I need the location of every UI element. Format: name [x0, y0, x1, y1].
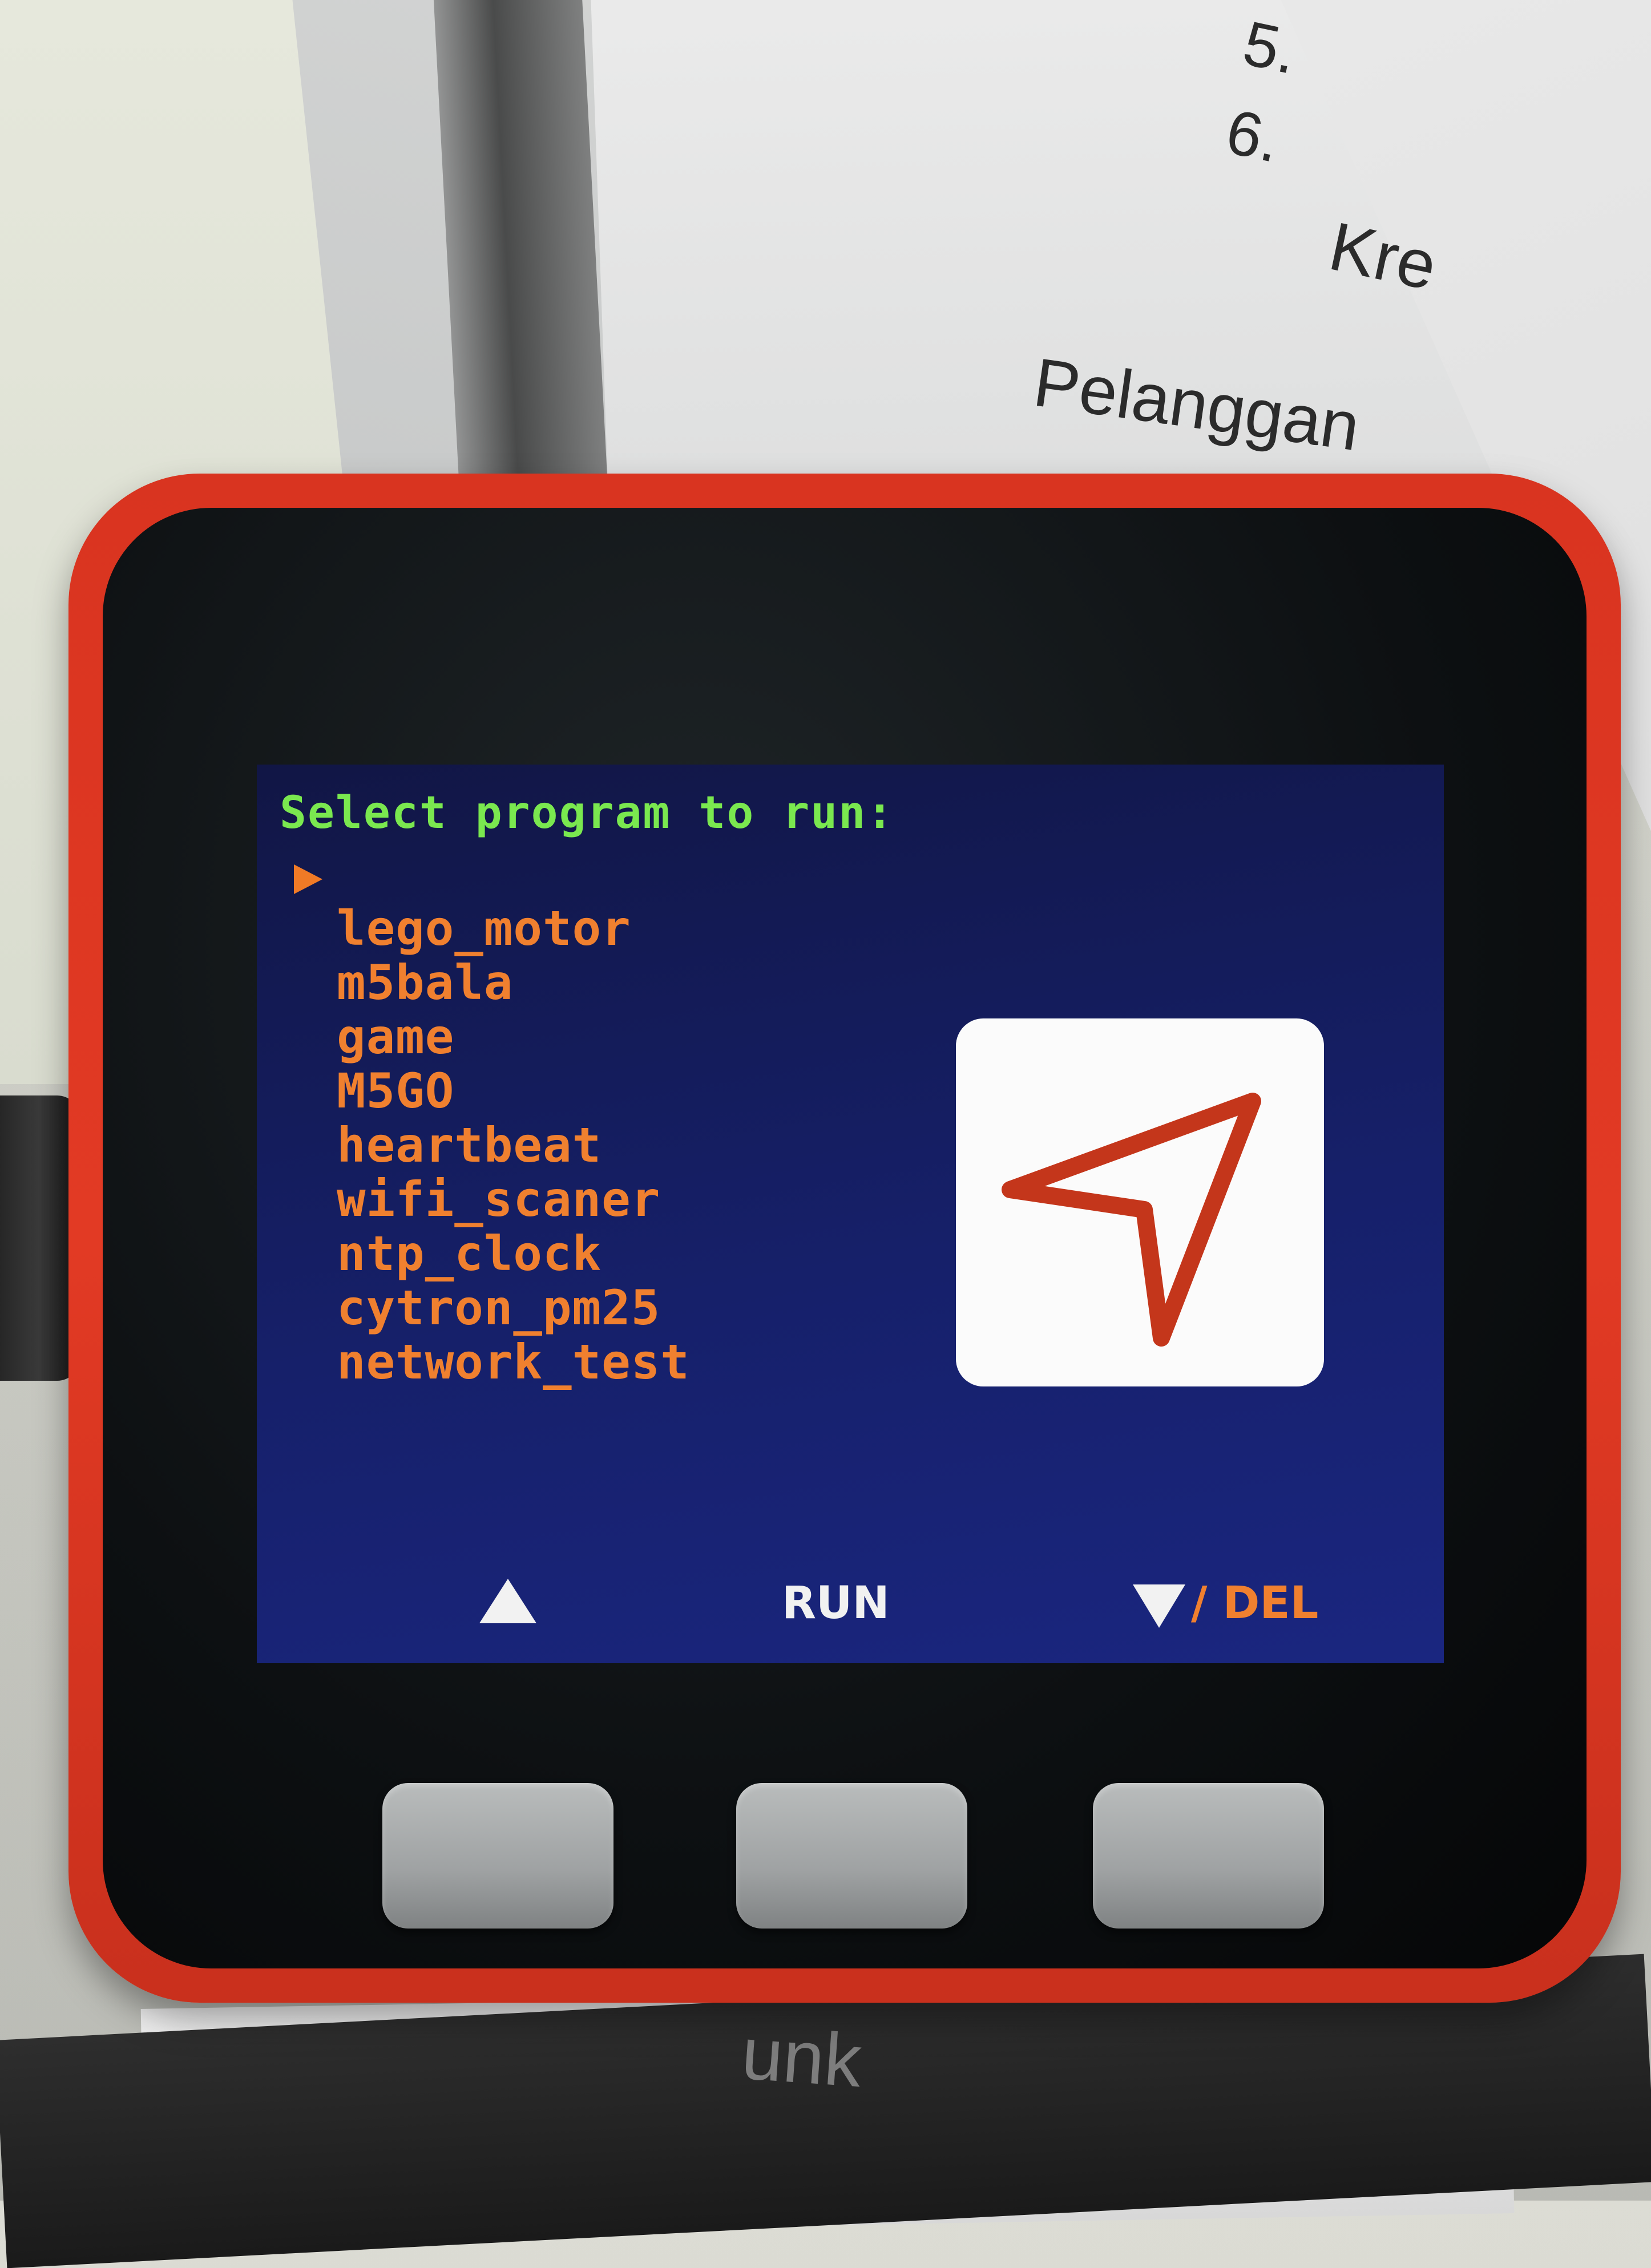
softkey-del: / DEL [1133, 1578, 1318, 1629]
screen-title: Select program to run: [280, 787, 895, 839]
program-item[interactable]: M5GO [337, 1064, 690, 1118]
triangle-down-icon [1133, 1584, 1185, 1628]
paper-text-bottom: unk [739, 2011, 865, 2103]
hardware-button-a[interactable] [382, 1783, 613, 1929]
device-screen: Select program to run: lego_motor m5bala… [257, 765, 1444, 1663]
program-item[interactable]: m5bala [337, 956, 690, 1010]
usb-cable [0, 1095, 80, 1381]
program-item[interactable]: network_test [337, 1335, 690, 1389]
program-item[interactable]: wifi_scaner [337, 1173, 690, 1227]
hardware-button-b[interactable] [736, 1783, 967, 1929]
program-preview-tile [956, 1018, 1324, 1386]
program-item[interactable]: ntp_clock [337, 1227, 690, 1281]
hardware-button-c[interactable] [1093, 1783, 1324, 1929]
program-item[interactable]: heartbeat [337, 1118, 690, 1173]
softkey-run-label: RUN [782, 1578, 890, 1629]
program-item[interactable]: cytron_pm25 [337, 1281, 690, 1335]
softkey-bar: RUN / DEL [257, 1560, 1444, 1629]
background-stripe [430, 0, 608, 506]
program-item[interactable]: game [337, 1010, 690, 1064]
triangle-up-icon [479, 1579, 536, 1623]
navigation-arrow-icon [1002, 1093, 1261, 1347]
program-list: lego_motor m5bala game M5GO heartbeat wi… [337, 901, 690, 1389]
selection-cursor-icon [294, 864, 322, 894]
program-item[interactable]: lego_motor [337, 901, 690, 956]
softkey-del-label: / DEL [1191, 1578, 1319, 1629]
